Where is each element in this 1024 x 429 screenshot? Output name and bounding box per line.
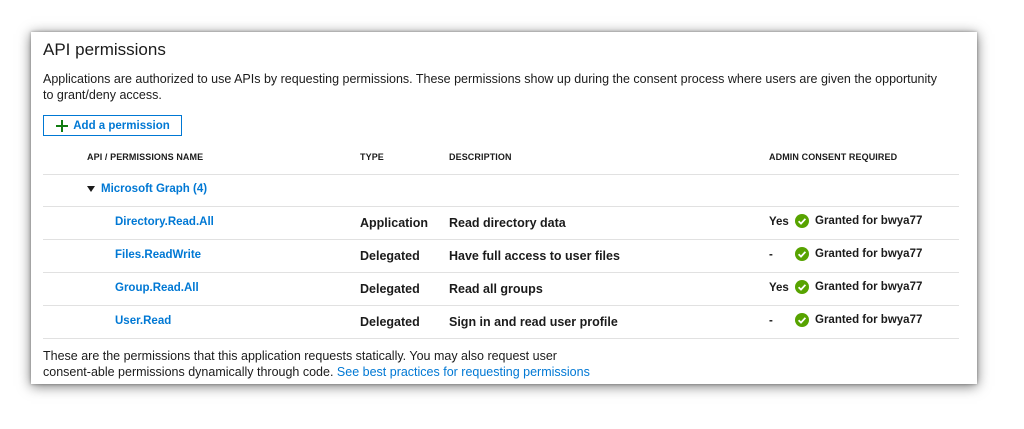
permission-type: Delegated (360, 315, 420, 329)
column-header-name: API / PERMISSIONS NAME (87, 152, 204, 162)
consent-status: Granted for bwya77 (795, 214, 922, 228)
consent-status: Granted for bwya77 (795, 247, 922, 261)
column-header-description: DESCRIPTION (449, 152, 512, 162)
consent-status-text: Granted for bwya77 (815, 248, 923, 260)
add-permission-label: Add a permission (73, 119, 170, 132)
check-circle-icon (795, 313, 809, 327)
permission-type: Delegated (360, 282, 420, 296)
api-permissions-panel: API permissions Applications are authori… (31, 32, 977, 384)
plus-icon (56, 119, 69, 132)
permission-type: Application (360, 216, 429, 230)
permission-type: Delegated (360, 249, 420, 263)
permission-description: Have full access to user files (449, 249, 620, 263)
admin-consent-required: Yes (769, 282, 789, 294)
table-row: User.Read Delegated Sign in and read use… (43, 306, 959, 339)
add-permission-button[interactable]: Add a permission (43, 115, 182, 136)
admin-consent-required: - (769, 315, 773, 327)
column-header-type: TYPE (360, 152, 384, 162)
permission-link[interactable]: Group.Read.All (115, 282, 199, 294)
permission-link[interactable]: Files.ReadWrite (115, 249, 201, 261)
consent-status: Granted for bwya77 (795, 280, 922, 294)
consent-status-text: Granted for bwya77 (815, 215, 923, 227)
check-circle-icon (795, 214, 809, 228)
column-header-admin-consent: ADMIN CONSENT REQUIRED (769, 152, 898, 162)
check-circle-icon (795, 247, 809, 261)
footer-note: These are the permissions that this appl… (43, 348, 603, 380)
page-title: API permissions (43, 40, 166, 59)
admin-consent-required: - (769, 249, 773, 261)
permission-description: Read all groups (449, 282, 543, 296)
permission-link[interactable]: User.Read (115, 315, 171, 327)
table-header: API / PERMISSIONS NAME TYPE DESCRIPTION … (43, 142, 959, 175)
permission-link[interactable]: Directory.Read.All (115, 216, 214, 228)
consent-status: Granted for bwya77 (795, 313, 922, 327)
api-group-label: Microsoft Graph (4) (101, 183, 208, 195)
consent-status-text: Granted for bwya77 (815, 314, 923, 326)
caret-down-icon (87, 186, 95, 192)
permission-description: Sign in and read user profile (449, 315, 618, 329)
api-group-toggle[interactable]: Microsoft Graph (4) (87, 183, 207, 195)
admin-consent-required: Yes (769, 216, 789, 228)
table-row: Files.ReadWrite Delegated Have full acce… (43, 240, 959, 273)
check-circle-icon (795, 280, 809, 294)
permission-description: Read directory data (449, 216, 566, 230)
consent-status-text: Granted for bwya77 (815, 281, 923, 293)
api-group-row: Microsoft Graph (4) (43, 174, 959, 207)
table-row: Directory.Read.All Application Read dire… (43, 207, 959, 240)
table-row: Group.Read.All Delegated Read all groups… (43, 273, 959, 306)
best-practices-link[interactable]: See best practices for requesting permis… (337, 365, 590, 379)
page-description: Applications are authorized to use APIs … (43, 72, 938, 102)
